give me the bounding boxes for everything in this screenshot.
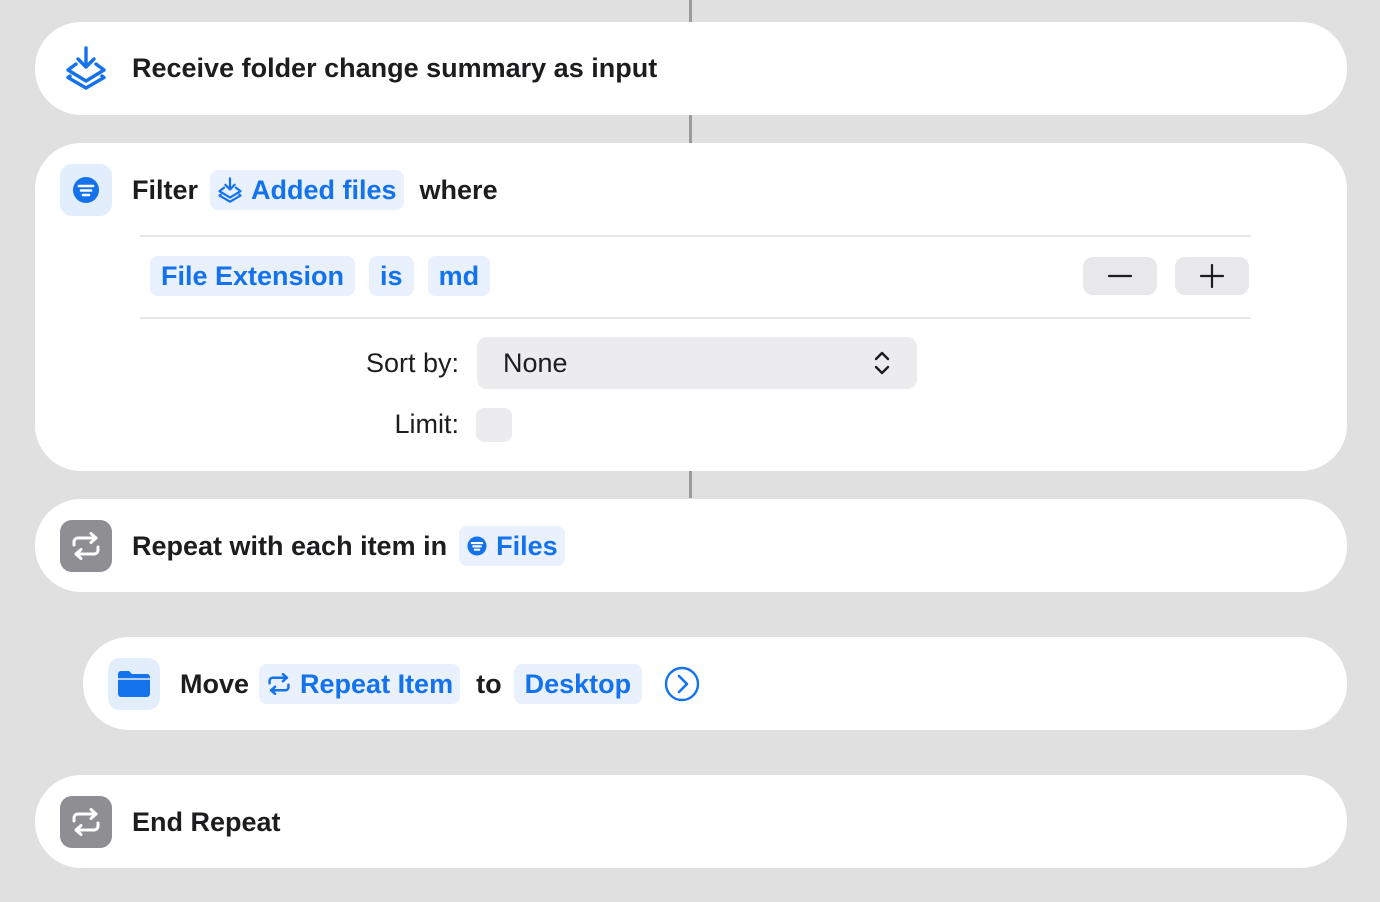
action-move[interactable]: Move Repeat Item to Desktop <box>83 637 1347 730</box>
sort-by-value: None <box>503 347 568 378</box>
expand-options-button[interactable] <box>664 666 700 702</box>
where-label: where <box>419 174 498 205</box>
plus-icon <box>1200 264 1224 288</box>
condition-value-token[interactable]: md <box>427 256 491 296</box>
added-files-token[interactable]: Added files <box>210 170 404 210</box>
action-label: Receive folder change summary as input <box>132 52 658 83</box>
chevron-up-down-icon <box>874 351 890 375</box>
minus-icon <box>1108 274 1132 278</box>
destination-token[interactable]: Desktop <box>513 664 643 704</box>
chevron-right-circle-icon <box>664 666 700 702</box>
repeat-icon <box>60 796 112 848</box>
repeat-item-token[interactable]: Repeat Item <box>259 664 461 704</box>
sort-by-label: Sort by: <box>365 348 459 378</box>
divider <box>140 317 1251 319</box>
receive-input-icon <box>217 176 243 204</box>
action-repeat[interactable]: Repeat with each item in Files <box>35 499 1347 592</box>
action-label: End Repeat <box>132 806 281 837</box>
action-label: Move <box>180 668 250 699</box>
connector-line <box>689 115 692 143</box>
receive-input-icon <box>60 42 112 94</box>
sort-by-select[interactable]: None <box>477 337 917 389</box>
action-filter[interactable]: Filter Added files where File Extension … <box>35 143 1347 471</box>
filter-icon <box>466 535 488 557</box>
limit-toggle[interactable] <box>476 408 512 442</box>
filter-icon <box>60 164 112 216</box>
remove-condition-button[interactable] <box>1083 257 1157 295</box>
divider <box>140 235 1251 237</box>
repeat-icon <box>266 673 292 695</box>
files-token[interactable]: Files <box>459 526 565 566</box>
token-label: Added files <box>251 174 397 205</box>
to-label: to <box>476 668 502 699</box>
condition-operator-token[interactable]: is <box>369 256 414 296</box>
condition-property-token[interactable]: File Extension <box>150 256 356 296</box>
action-label: Repeat with each item in <box>132 530 448 561</box>
token-label: Files <box>496 530 558 561</box>
connector-line <box>689 470 692 498</box>
action-label: Filter <box>132 174 199 205</box>
connector-line <box>689 0 692 22</box>
action-receive-input[interactable]: Receive folder change summary as input <box>35 22 1347 115</box>
limit-label: Limit: <box>394 409 459 439</box>
token-label: Repeat Item <box>300 668 454 699</box>
add-condition-button[interactable] <box>1175 257 1249 295</box>
folder-icon <box>108 658 160 710</box>
action-end-repeat[interactable]: End Repeat <box>35 775 1347 868</box>
repeat-icon <box>60 520 112 572</box>
